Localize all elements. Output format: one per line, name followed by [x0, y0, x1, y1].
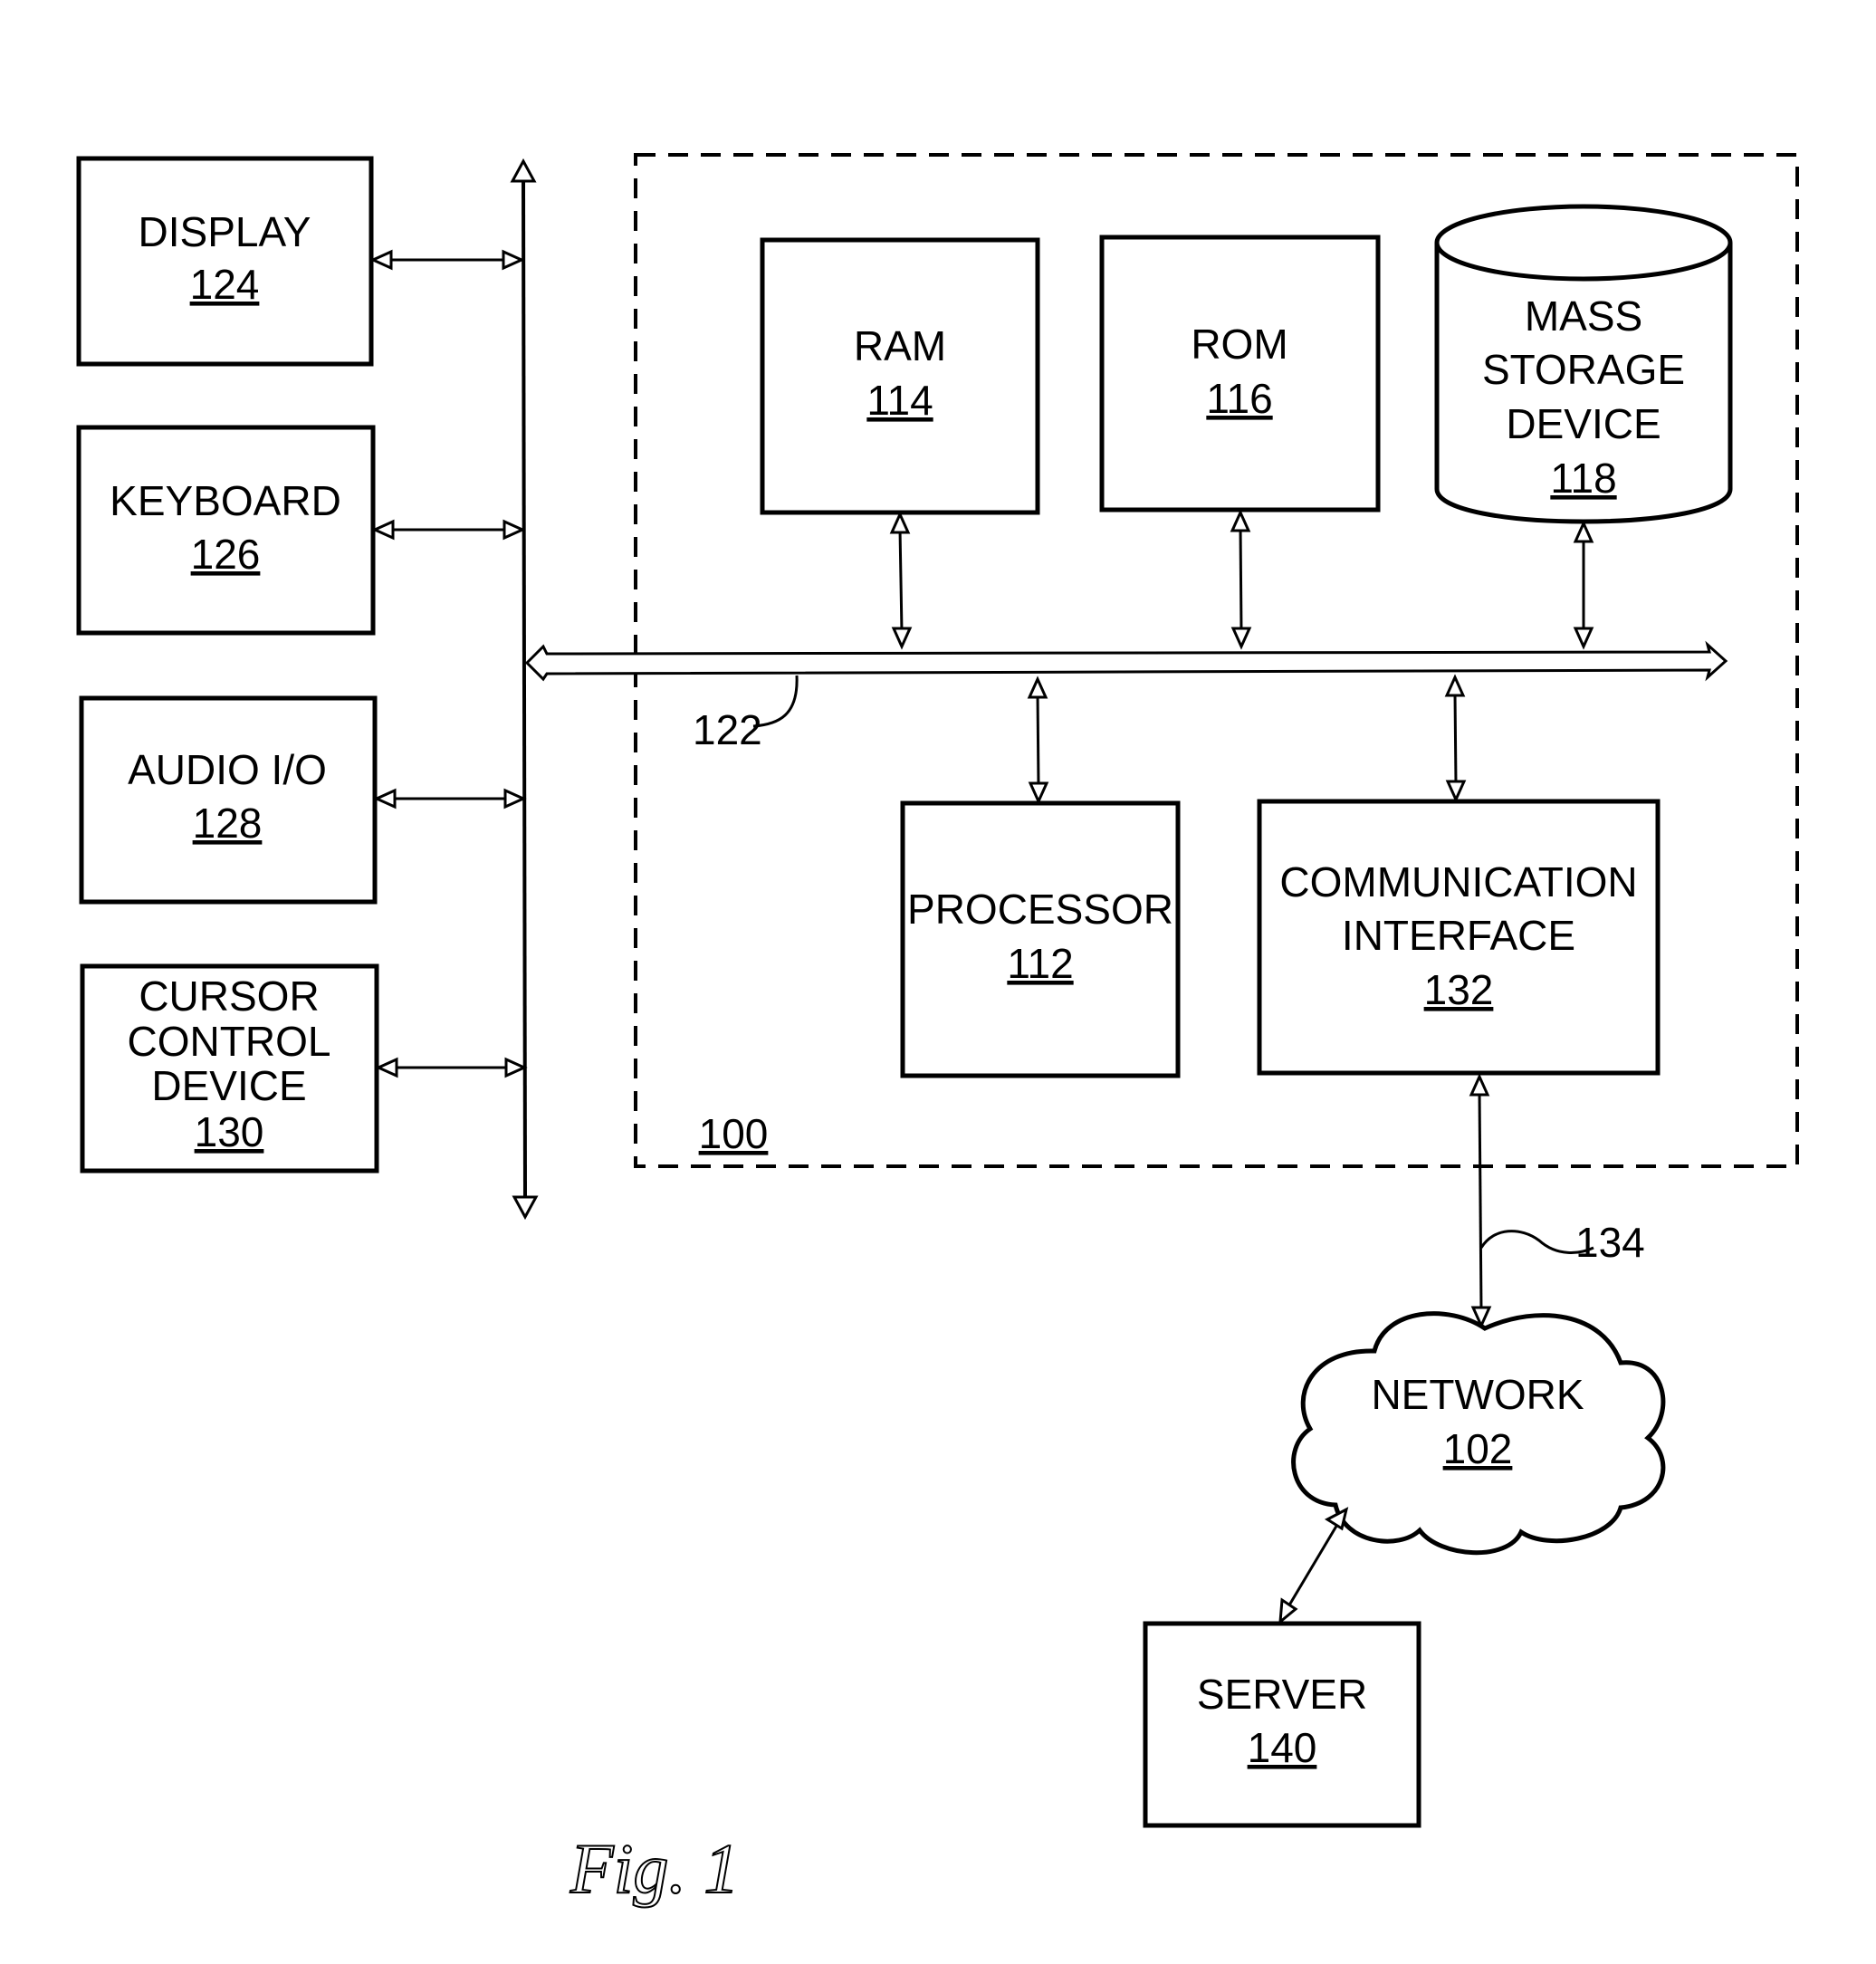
mass-storage-connector: [1573, 520, 1594, 650]
io-bus-bottom-arrowhead-icon: [512, 1195, 539, 1221]
cursor-label-line2: CONTROL: [128, 1018, 331, 1065]
cursor-label-line3: DEVICE: [151, 1062, 306, 1109]
rom-box: [1099, 235, 1381, 513]
comm-label-line2: INTERFACE: [1342, 912, 1575, 959]
server-ref: 140: [1248, 1724, 1317, 1771]
keyboard-label: KEYBOARD: [110, 477, 341, 524]
keyboard-block: KEYBOARD 126: [76, 425, 376, 636]
processor-connector: [1027, 675, 1049, 805]
arrowhead-icon: [1230, 627, 1252, 650]
io-bus-vertical: [510, 158, 539, 1221]
arrowhead-icon: [1445, 780, 1467, 803]
io-bus-line: [522, 173, 527, 1205]
arrowhead-icon: [1027, 675, 1048, 699]
ram-ref: 114: [866, 377, 933, 424]
system-bus: 122: [524, 640, 1728, 753]
mass-storage-cylinder-top: [1434, 204, 1733, 282]
arrowhead-icon: [371, 519, 395, 541]
rom-connector: [1230, 509, 1252, 650]
network-label: NETWORK: [1371, 1371, 1584, 1418]
arrowhead-icon: [1444, 674, 1466, 697]
connector-line: [898, 528, 904, 633]
arrowhead-icon: [504, 1057, 528, 1078]
io-bus-top-arrowhead-icon: [510, 158, 537, 183]
audio-io-block: AUDIO I/O 128: [79, 695, 378, 905]
server-link: [1278, 1507, 1349, 1625]
processor-block: PROCESSOR 112: [900, 800, 1181, 1078]
cursor-label-line1: CURSOR: [139, 972, 319, 1020]
arrowhead-icon: [503, 788, 527, 810]
arrowhead-icon: [502, 519, 526, 541]
arrowhead-icon: [1573, 520, 1594, 543]
comm-label-line1: COMMUNICATION: [1279, 858, 1637, 905]
processor-label: PROCESSOR: [907, 886, 1173, 933]
arrowhead-icon: [1028, 781, 1049, 805]
audio-io-ref: 128: [193, 800, 263, 847]
display-ref: 124: [190, 261, 260, 308]
network-link: 134: [1469, 1073, 1645, 1329]
network-block: NETWORK 102: [1291, 1311, 1666, 1556]
mass-storage-label-line1: MASS: [1525, 292, 1642, 340]
connector-line: [1453, 693, 1458, 785]
system-bus-shape: [524, 640, 1728, 682]
arrowhead-icon: [891, 627, 913, 650]
display-connector: [369, 249, 525, 271]
comm-ref: 132: [1424, 966, 1494, 1013]
arrowhead-icon: [373, 788, 397, 810]
connector-line: [1478, 1090, 1483, 1312]
arrowhead-icon: [1573, 627, 1594, 650]
mass-storage-block: MASS STORAGE DEVICE 118: [1434, 204, 1733, 524]
connector-line: [1239, 526, 1243, 633]
audio-io-connector: [373, 788, 527, 810]
mass-storage-label-line2: STORAGE: [1482, 346, 1685, 393]
bus-ref: 122: [693, 706, 762, 753]
mass-storage-ref: 118: [1550, 455, 1616, 502]
rom-label: ROM: [1191, 321, 1287, 368]
connector-line: [1286, 1522, 1340, 1609]
arrowhead-icon: [1230, 509, 1251, 532]
arrowhead-icon: [1469, 1073, 1490, 1097]
comm-connector: [1444, 674, 1467, 803]
ram-label: RAM: [854, 322, 946, 369]
arrowhead-icon: [889, 511, 911, 534]
display-block: DISPLAY 124: [76, 156, 374, 367]
server-block: SERVER 140: [1143, 1621, 1421, 1828]
cursor-ref: 130: [195, 1108, 264, 1155]
arrowhead-icon: [375, 1057, 398, 1078]
ram-connector: [889, 511, 913, 650]
figure-caption: Fig. 1: [570, 1829, 739, 1908]
network-ref: 102: [1443, 1425, 1513, 1472]
processor-ref: 112: [1007, 940, 1073, 987]
communication-interface-block: COMMUNICATION INTERFACE 132: [1257, 799, 1661, 1076]
link-ref: 134: [1575, 1219, 1645, 1266]
system-ref: 100: [699, 1110, 769, 1157]
cursor-control-block: CURSOR CONTROL DEVICE 130: [80, 963, 379, 1174]
arrowhead-icon: [369, 249, 393, 271]
rom-block: ROM 116: [1099, 235, 1381, 513]
cursor-control-connector: [375, 1057, 528, 1078]
mass-storage-label-line3: DEVICE: [1506, 400, 1661, 447]
keyboard-connector: [371, 519, 526, 541]
arrowhead-icon: [502, 249, 525, 271]
server-label: SERVER: [1197, 1671, 1367, 1718]
audio-io-label: AUDIO I/O: [128, 746, 327, 793]
keyboard-ref: 126: [191, 531, 261, 578]
arrowhead-icon: [1278, 1597, 1298, 1625]
block-diagram: DISPLAY 124 KEYBOARD 126 AUDIO I/O 128 C…: [76, 153, 1799, 1909]
rom-ref: 116: [1206, 375, 1272, 422]
display-label: DISPLAY: [139, 208, 311, 255]
ram-block: RAM 114: [760, 237, 1040, 515]
